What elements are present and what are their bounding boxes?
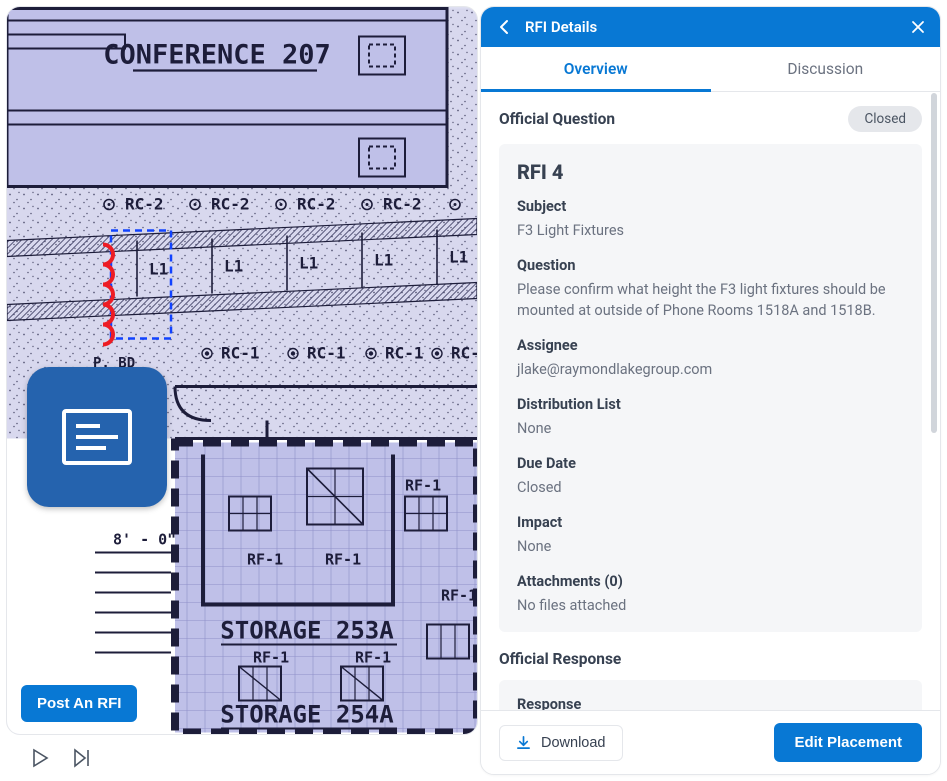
- svg-text:RF-1: RF-1: [405, 477, 441, 495]
- panel-header: RFI Details: [481, 7, 940, 47]
- svg-text:RC-1: RC-1: [451, 344, 477, 363]
- svg-text:L1: L1: [449, 248, 468, 267]
- question-label: Question: [517, 257, 904, 274]
- scrollbar[interactable]: [931, 93, 937, 433]
- impact-value: None: [517, 536, 904, 557]
- download-icon: [516, 735, 531, 750]
- dist-label: Distribution List: [517, 396, 904, 413]
- svg-text:L1: L1: [149, 260, 168, 279]
- edit-placement-button[interactable]: Edit Placement: [774, 723, 922, 762]
- back-icon[interactable]: [495, 18, 513, 36]
- svg-text:L1: L1: [374, 251, 393, 270]
- rfi-heading: RFI 4: [517, 160, 904, 184]
- svg-text:RF-1: RF-1: [325, 551, 361, 569]
- svg-text:RC-2: RC-2: [297, 195, 336, 214]
- app-root: CONFERENCE 207 RC-2: [0, 0, 947, 781]
- panel-title: RFI Details: [525, 18, 898, 36]
- viewer-controls: [6, 735, 478, 781]
- download-button[interactable]: Download: [499, 725, 623, 761]
- svg-text:RC-1: RC-1: [221, 344, 260, 363]
- svg-text:8' - 0": 8' - 0": [113, 531, 176, 549]
- due-value: Closed: [517, 477, 904, 498]
- assignee-label: Assignee: [517, 337, 904, 354]
- svg-text:RF-1: RF-1: [441, 587, 477, 605]
- rfi-details-panel: RFI Details Overview Discussion Official…: [478, 0, 947, 781]
- panel-tabs: Overview Discussion: [481, 47, 940, 92]
- subject-label: Subject: [517, 198, 904, 215]
- play-icon[interactable]: [30, 748, 50, 768]
- due-label: Due Date: [517, 455, 904, 472]
- dist-value: None: [517, 418, 904, 439]
- subject-value: F3 Light Fixtures: [517, 220, 904, 241]
- assignee-value: jlake@raymondlakegroup.com: [517, 359, 904, 380]
- svg-text:RC-2: RC-2: [211, 195, 250, 214]
- svg-text:RF-1: RF-1: [253, 649, 289, 667]
- post-rfi-button[interactable]: Post An RFI: [21, 685, 137, 722]
- document-icon: [62, 409, 132, 465]
- official-response-heading: Official Response: [499, 650, 922, 668]
- skip-forward-icon[interactable]: [72, 748, 92, 768]
- attach-label: Attachments (0): [517, 573, 904, 590]
- svg-text:RC-1: RC-1: [385, 344, 424, 363]
- svg-text:L1: L1: [299, 254, 318, 273]
- question-card: RFI 4 Subject F3 Light Fixtures Question…: [499, 144, 922, 632]
- status-badge: Closed: [848, 106, 922, 132]
- svg-text:RF-1: RF-1: [247, 551, 283, 569]
- drawing-canvas[interactable]: CONFERENCE 207 RC-2: [6, 6, 478, 735]
- svg-text:CONFERENCE 207: CONFERENCE 207: [103, 40, 331, 71]
- panel-footer: Download Edit Placement: [481, 710, 940, 774]
- drawing-viewer: CONFERENCE 207 RC-2: [0, 0, 478, 781]
- attach-value: No files attached: [517, 595, 904, 616]
- tab-overview[interactable]: Overview: [481, 47, 711, 91]
- svg-text:RC-1: RC-1: [307, 344, 346, 363]
- impact-label: Impact: [517, 514, 904, 531]
- svg-text:STORAGE 254A: STORAGE 254A: [220, 701, 394, 729]
- panel-scroll-area[interactable]: Official Question Closed RFI 4 Subject F…: [481, 92, 940, 774]
- svg-text:RC-2: RC-2: [383, 195, 422, 214]
- tab-discussion[interactable]: Discussion: [711, 47, 941, 91]
- svg-text:RF-1: RF-1: [355, 649, 391, 667]
- svg-text:STORAGE 253A: STORAGE 253A: [220, 617, 394, 645]
- download-label: Download: [541, 735, 606, 751]
- svg-text:RC-2: RC-2: [125, 195, 164, 214]
- question-value: Please confirm what height the F3 light …: [517, 279, 904, 321]
- official-question-heading: Official Question: [499, 110, 615, 128]
- close-icon[interactable]: [910, 19, 926, 35]
- rfi-pin-marker[interactable]: [27, 367, 167, 507]
- svg-text:L1: L1: [224, 257, 243, 276]
